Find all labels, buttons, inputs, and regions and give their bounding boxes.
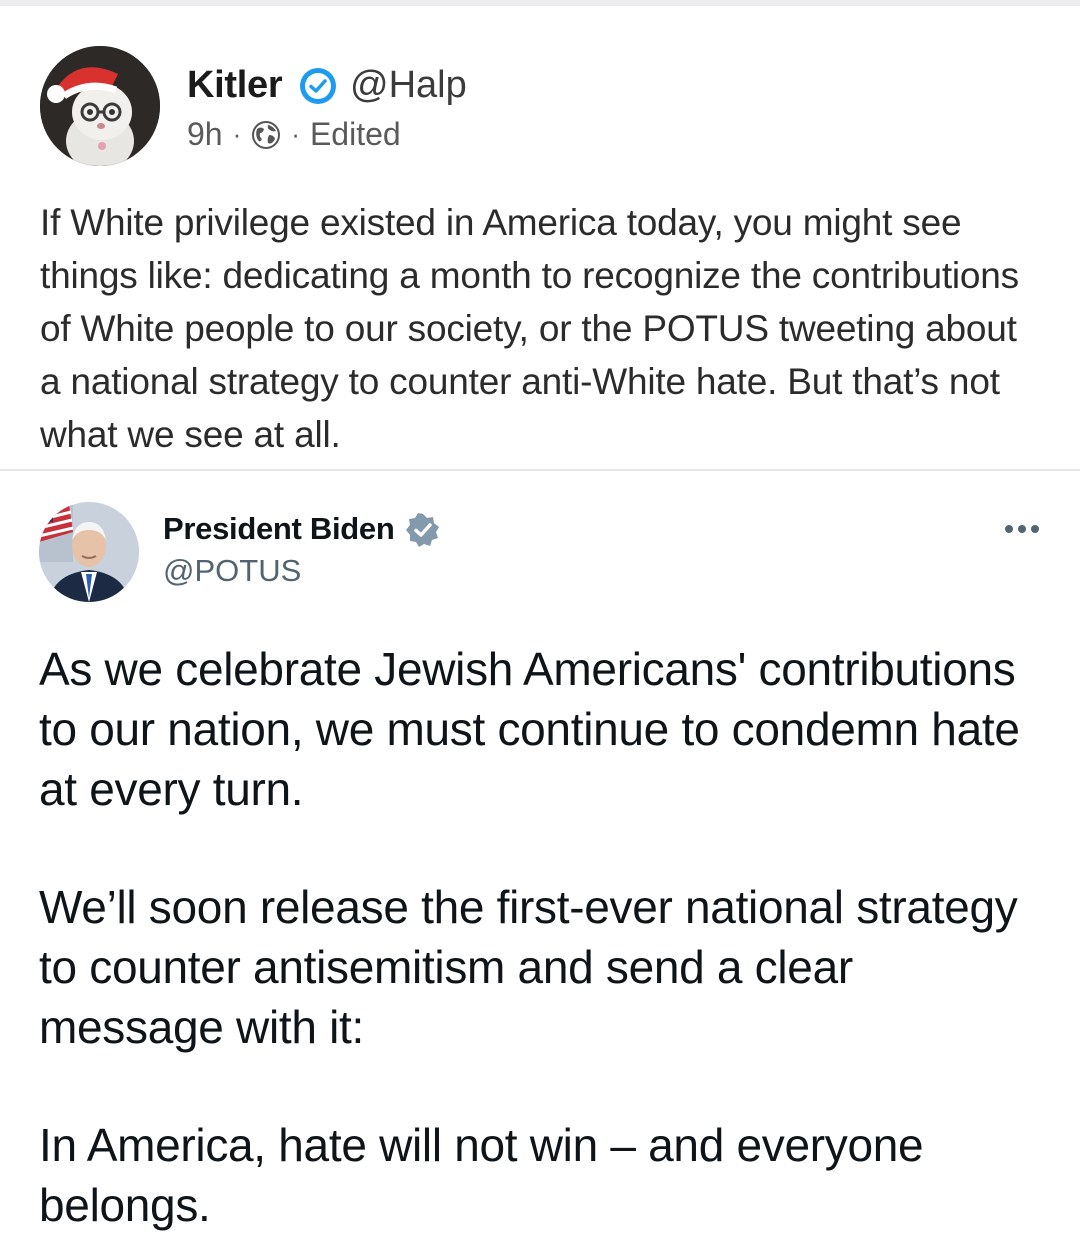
embedded-author-avatar[interactable] [39,502,139,602]
post-author-avatar[interactable] [40,46,160,166]
more-options-icon[interactable] [1004,523,1040,535]
edited-label[interactable]: Edited [310,116,401,153]
meta-separator: · [232,119,242,149]
embedded-tweet[interactable]: President Biden @POTUS As we celebrate J… [0,471,1080,1250]
tweet-paragraph: As we celebrate Jewish Americans' contri… [39,643,1020,815]
post-meta-row: 9h · · Edited [187,116,401,153]
tweet-paragraph: We’ll soon release the first-ever nation… [39,881,1018,1053]
post-author-handle[interactable]: @Halp [350,64,467,107]
embedded-author-name[interactable]: President Biden [163,511,395,547]
post-body-text: If White privilege existed in America to… [40,202,1019,455]
embedded-author-handle[interactable]: @POTUS [163,553,301,589]
post-card: Kitler @Halp 9h · · Edited If White priv… [0,6,1080,471]
embedded-tweet-body: As we celebrate Jewish Americans' contri… [39,639,1049,1235]
tweet-paragraph: In America, hate will not win – and ever… [39,1119,924,1231]
post-author-name[interactable]: Kitler [187,64,283,107]
government-verified-badge-icon [406,513,439,547]
verified-badge-icon [300,68,336,104]
post-timestamp[interactable]: 9h [187,116,223,153]
meta-separator: · [291,119,300,149]
globe-icon [252,120,281,149]
portrait-avatar-image [39,502,139,602]
cat-avatar-image [40,46,160,166]
